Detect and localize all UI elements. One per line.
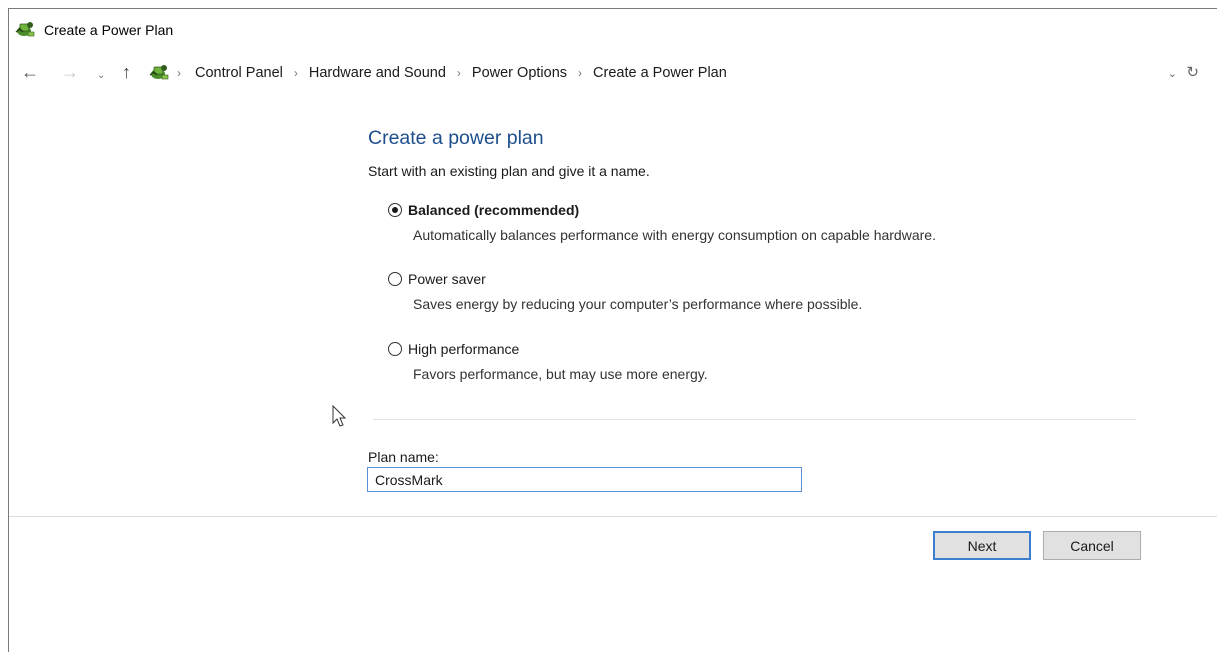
power-saver-radio[interactable]: [388, 272, 402, 286]
breadcrumb: › Control Panel › Hardware and Sound › P…: [177, 65, 727, 81]
breadcrumb-separator-icon[interactable]: ›: [177, 66, 181, 80]
cancel-button[interactable]: Cancel: [1043, 531, 1141, 560]
breadcrumb-create-a-power-plan[interactable]: Create a Power Plan: [593, 65, 727, 81]
refresh-icon[interactable]: ↻: [1186, 63, 1199, 81]
high-performance-description: Favors performance, but may use more ene…: [413, 366, 708, 382]
title-bar: Create a Power Plan: [9, 9, 1217, 51]
balanced-description: Automatically balances performance with …: [413, 227, 936, 243]
plan-name-label: Plan name:: [368, 449, 439, 465]
breadcrumb-separator-icon[interactable]: ›: [294, 66, 298, 80]
back-arrow-icon[interactable]: ←: [21, 63, 39, 81]
balanced-label[interactable]: Balanced (recommended): [408, 202, 579, 218]
power-options-icon: [149, 65, 169, 80]
plan-name-input[interactable]: [367, 467, 802, 492]
power-saver-label[interactable]: Power saver: [408, 271, 486, 287]
address-bar: ← → ⌄ ↑ › Control Panel › Hardware and S…: [9, 57, 1217, 89]
window-title: Create a Power Plan: [44, 22, 174, 38]
address-dropdown-chevron-icon[interactable]: ⌄: [1168, 67, 1177, 80]
plan-option-high-performance[interactable]: High performance Favors performance, but…: [388, 341, 708, 382]
plan-option-balanced[interactable]: Balanced (recommended) Automatically bal…: [388, 202, 936, 243]
breadcrumb-control-panel[interactable]: Control Panel: [195, 65, 283, 81]
control-panel-window: Create a Power Plan ← → ⌄ ↑ › Control Pa…: [8, 8, 1217, 652]
mouse-pointer-icon: [332, 405, 347, 427]
up-arrow-icon[interactable]: ↑: [122, 63, 131, 81]
breadcrumb-separator-icon[interactable]: ›: [457, 66, 461, 80]
balanced-radio[interactable]: [388, 203, 402, 217]
breadcrumb-hardware-and-sound[interactable]: Hardware and Sound: [309, 65, 446, 81]
section-divider: [373, 419, 1136, 420]
footer-divider: [9, 516, 1217, 517]
breadcrumb-power-options[interactable]: Power Options: [472, 65, 567, 81]
page-title: Create a power plan: [368, 127, 544, 149]
power-saver-description: Saves energy by reducing your computer’s…: [413, 296, 863, 312]
next-button[interactable]: Next: [933, 531, 1031, 560]
plan-option-power-saver[interactable]: Power saver Saves energy by reducing you…: [388, 271, 862, 312]
breadcrumb-separator-icon[interactable]: ›: [578, 66, 582, 80]
recent-locations-chevron-icon[interactable]: ⌄: [97, 67, 105, 85]
power-options-icon: [15, 22, 35, 37]
high-performance-radio[interactable]: [388, 342, 402, 356]
intro-text: Start with an existing plan and give it …: [368, 163, 650, 179]
forward-arrow-icon[interactable]: →: [61, 63, 79, 81]
high-performance-label[interactable]: High performance: [408, 341, 519, 357]
